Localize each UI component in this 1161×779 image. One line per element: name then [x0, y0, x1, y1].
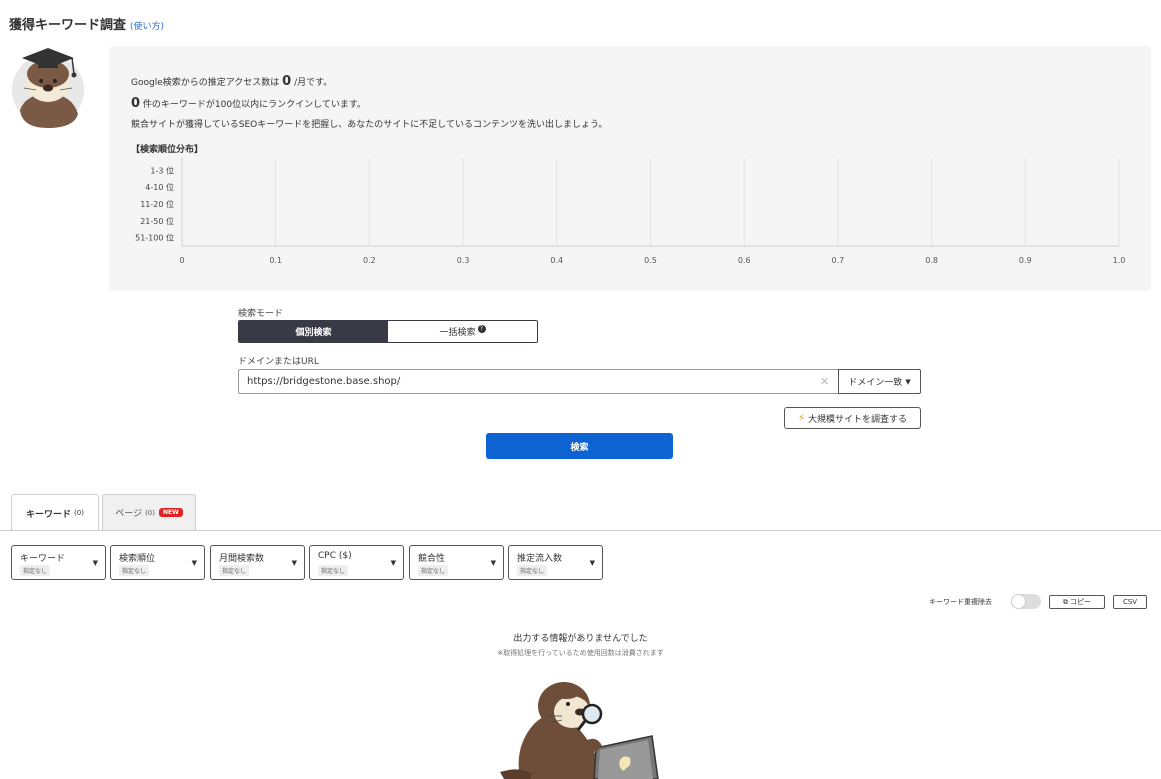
- search-button[interactable]: 検索: [486, 433, 673, 459]
- tab-pages-label: ページ: [115, 509, 143, 519]
- filter-competition-value: 指定なし: [418, 565, 449, 576]
- filter-rank[interactable]: 検索順位 指定なし ▼: [110, 545, 205, 580]
- chart-x-tick-label: 0.6: [738, 256, 751, 265]
- tab-divider: [0, 530, 1161, 531]
- copy-label: コピー: [1070, 598, 1091, 606]
- help-icon[interactable]: ?: [477, 324, 486, 333]
- clear-icon[interactable]: ✕: [820, 375, 829, 388]
- mode-bulk-button[interactable]: 一括検索?: [388, 321, 537, 342]
- page-title-text: 獲得キーワード調査: [9, 18, 127, 33]
- csv-label: CSV: [1122, 598, 1138, 606]
- caret-down-icon: ▼: [92, 559, 98, 567]
- search-mode-label: 検索モード: [238, 309, 284, 319]
- lightning-icon: ⚡: [797, 412, 805, 424]
- empty-note: ※取得処理を行っているため使用回数は消費されます: [497, 649, 664, 657]
- filter-traffic-label: 推定流入数: [517, 554, 563, 564]
- page-title: 獲得キーワード調査 (使い方): [9, 14, 164, 33]
- filter-monthly-volume-value: 指定なし: [219, 565, 250, 576]
- chart-y-tick-label: 1-3 位: [150, 165, 174, 175]
- search-button-label: 検索: [570, 442, 589, 453]
- copy-icon: ⧉: [1063, 597, 1068, 606]
- dedupe-label: キーワード重複除去: [929, 598, 992, 606]
- chart-y-tick-label: 11-20 位: [140, 199, 174, 209]
- filter-traffic-value: 指定なし: [517, 565, 548, 576]
- filter-competition[interactable]: 競合性 指定なし ▼: [409, 545, 504, 580]
- filter-competition-label: 競合性: [418, 554, 446, 564]
- tab-keywords[interactable]: キーワード (0): [11, 494, 99, 531]
- dedupe-toggle[interactable]: [1011, 594, 1041, 609]
- filter-keyword-label: キーワード: [20, 554, 66, 564]
- tab-pages-count: (0): [145, 508, 155, 517]
- toggle-knob: [1011, 594, 1026, 609]
- filter-keyword[interactable]: キーワード 指定なし ▼: [11, 545, 106, 580]
- chart-x-tick-label: 0.2: [363, 256, 376, 265]
- empty-message: 出力する情報がありませんでした: [513, 634, 648, 644]
- filter-cpc[interactable]: CPC ($) 指定なし ▼: [309, 545, 404, 580]
- caret-down-icon: ▼: [905, 377, 911, 386]
- search-mode-toggle: 個別検索 一括検索?: [238, 320, 538, 343]
- filter-monthly-volume-label: 月間検索数: [219, 554, 265, 564]
- caret-down-icon: ▼: [390, 559, 396, 567]
- tab-keywords-label: キーワード: [26, 509, 72, 520]
- tab-keywords-count: (0): [74, 509, 84, 517]
- mascot-graduate-illustration: [12, 48, 84, 128]
- mode-individual-button[interactable]: 個別検索: [239, 321, 388, 342]
- chart-y-tick-label: 21-50 位: [140, 216, 174, 226]
- match-type-select[interactable]: ドメイン一致 ▼: [838, 369, 921, 394]
- caret-down-icon: ▼: [291, 559, 297, 567]
- chart-x-tick-label: 0.5: [644, 256, 657, 265]
- chart-x-tick-label: 0.8: [925, 256, 938, 265]
- chart-x-tick-label: 0.3: [457, 256, 470, 265]
- mode-bulk-label: 一括検索: [439, 328, 476, 338]
- filter-keyword-value: 指定なし: [20, 565, 51, 576]
- chart-y-tick-label: 4-10 位: [145, 182, 174, 192]
- new-badge: NEW: [159, 508, 183, 517]
- chart-x-tick-label: 1.0: [1113, 256, 1126, 265]
- filter-cpc-value: 指定なし: [318, 565, 349, 576]
- filter-rank-label: 検索順位: [119, 554, 156, 564]
- chart-x-tick-label: 0.1: [269, 256, 282, 265]
- summary-panel: Google検索からの推定アクセス数は 0 /月です。 0 件のキーワードが10…: [109, 46, 1151, 291]
- chart-x-tick-label: 0.7: [832, 256, 845, 265]
- large-site-label: 大規模サイトを調査する: [808, 414, 908, 425]
- chart-x-tick-label: 0: [179, 256, 184, 265]
- filter-monthly-volume[interactable]: 月間検索数 指定なし ▼: [210, 545, 305, 580]
- copy-button[interactable]: ⧉ コピー: [1049, 595, 1105, 609]
- mode-individual-label: 個別検索: [295, 328, 332, 338]
- match-type-value: ドメイン一致: [848, 378, 903, 388]
- howto-link[interactable]: (使い方): [130, 22, 164, 32]
- chart-x-tick-label: 0.9: [1019, 256, 1032, 265]
- caret-down-icon: ▼: [589, 559, 595, 567]
- csv-button[interactable]: CSV: [1113, 595, 1147, 609]
- caret-down-icon: ▼: [191, 559, 197, 567]
- mascot-magnifier-illustration: [500, 682, 659, 779]
- domain-url-input[interactable]: [238, 369, 839, 394]
- large-site-button[interactable]: ⚡ 大規模サイトを調査する: [784, 407, 921, 429]
- caret-down-icon: ▼: [490, 559, 496, 567]
- chart-x-tick-label: 0.4: [550, 256, 563, 265]
- domain-url-label: ドメインまたはURL: [238, 357, 319, 367]
- rank-distribution-chart: 0 0.1 0.2 0.3 0.4 0.5 0.6 0.7 0.8 0.9 1.0 1-3 位 4-10…: [135, 158, 1126, 265]
- chart-y-tick-label: 51-100 位: [135, 233, 174, 243]
- filter-traffic[interactable]: 推定流入数 指定なし ▼: [508, 545, 603, 580]
- filter-cpc-label: CPC ($): [318, 551, 352, 561]
- tab-pages[interactable]: ページ (0) NEW: [102, 494, 196, 530]
- filter-rank-value: 指定なし: [119, 565, 150, 576]
